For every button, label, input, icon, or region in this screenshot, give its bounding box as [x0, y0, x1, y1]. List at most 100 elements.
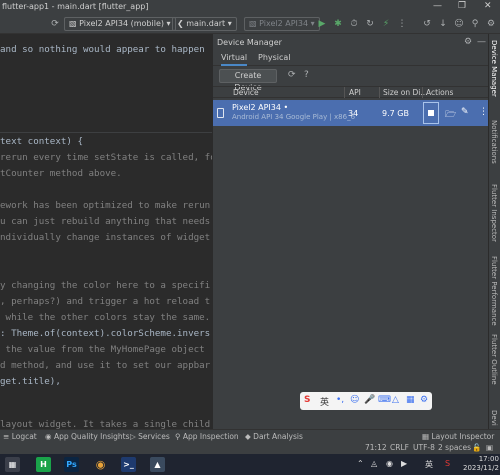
dart-analysis-tool[interactable]: ◆ Dart Analysis — [245, 432, 303, 441]
quality-icon: ◉ — [45, 432, 52, 441]
services-icon: ▷ — [130, 432, 136, 441]
settings-icon[interactable]: ⚙ — [464, 37, 472, 47]
phone-icon: ▧ — [69, 19, 77, 28]
settings-icon[interactable]: ⚙ — [420, 395, 428, 405]
code-line: the value from the MyHomePage object — [0, 344, 205, 355]
shirt-icon[interactable]: △ — [392, 395, 399, 405]
code-line: y changing the color here to a specifi — [0, 280, 211, 291]
device-table-header: Device API Size on Di... Actions — [213, 86, 489, 98]
punctuation-icon[interactable]: •, — [336, 395, 344, 405]
search-icon[interactable]: ⚲ — [468, 17, 482, 31]
microphone-icon[interactable]: 🎤 — [364, 395, 375, 405]
android-studio-icon[interactable]: ▲ — [150, 457, 165, 472]
clock[interactable]: 17:00 2023/11/2 — [463, 455, 499, 473]
code-line: text context) { — [0, 136, 83, 147]
layout-inspector-tool[interactable]: ▦ Layout Inspector — [422, 432, 494, 441]
stripe-flutter-performance[interactable]: Flutter Performance — [490, 256, 498, 326]
logcat-icon: ≡ — [3, 432, 10, 441]
sdk-manager-icon[interactable]: ↓ — [436, 17, 450, 31]
code-line: rerun every time setState is called, fo — [0, 152, 212, 163]
main-toolbar: ⟳ ▧ Pixel2 API34 (mobile) ▾ ❮ main.dart … — [0, 14, 500, 34]
right-tool-stripe: Device Manager Notifications Flutter Ins… — [488, 34, 500, 429]
stop-button[interactable] — [423, 102, 439, 124]
sync-icon[interactable]: ⟳ — [48, 17, 62, 31]
target-device-label: Pixel2 API34 (mobile) — [79, 19, 164, 28]
network-icon[interactable]: ◬ — [371, 459, 377, 468]
lock-icon[interactable]: 🔓 — [472, 443, 481, 452]
device-manager-header: Device Manager ⚙ — — [213, 34, 489, 50]
help-icon[interactable]: ? — [304, 70, 309, 80]
folder-icon[interactable]: 🗁 — [445, 107, 456, 123]
stripe-devices[interactable]: Devi — [490, 410, 498, 426]
task-view-icon[interactable]: ▦ — [5, 457, 20, 472]
stripe-flutter-outline[interactable]: Flutter Outline — [490, 334, 498, 385]
settings-icon[interactable]: ⚙ — [484, 17, 498, 31]
input-language[interactable]: 英 — [425, 459, 433, 470]
minimize-icon[interactable]: — — [433, 1, 442, 11]
layout-icon: ▦ — [422, 432, 430, 441]
column-device[interactable]: Device — [233, 88, 259, 97]
code-line: ework has been optimized to make rerun — [0, 200, 211, 211]
code-line: while the other colors stay the same. — [0, 312, 211, 323]
create-device-button[interactable]: Create Device — [219, 69, 277, 92]
sync-gradle-icon[interactable]: ↺ — [420, 17, 434, 31]
stripe-notifications[interactable]: Notifications — [490, 120, 498, 164]
edit-icon[interactable]: ✎ — [461, 107, 469, 117]
caret-position[interactable]: 71:12 — [365, 443, 387, 452]
indent-setting[interactable]: 2 spaces — [438, 443, 471, 452]
wifi-icon[interactable]: ◉ — [386, 459, 393, 468]
run-icon[interactable]: ▶ — [315, 17, 329, 31]
chevron-down-icon: ▾ — [227, 19, 232, 28]
file-encoding[interactable]: UTF-8 — [413, 443, 435, 452]
column-size[interactable]: Size on Di... — [383, 88, 428, 97]
tab-virtual[interactable]: Virtual — [221, 53, 248, 66]
powershell-icon[interactable]: >_ — [121, 457, 136, 472]
dart-icon: ❮ — [177, 19, 184, 28]
keyboard-icon[interactable]: ⌨ — [378, 395, 391, 405]
profile-icon[interactable]: ⏱ — [347, 17, 361, 31]
services-tool[interactable]: ▷ Services — [130, 432, 170, 441]
column-api[interactable]: API — [349, 88, 361, 97]
stripe-device-manager[interactable]: Device Manager — [490, 40, 498, 97]
tray-up-icon[interactable]: ⌃ — [357, 459, 364, 468]
code-editor[interactable]: and so nothing would appear to happen te… — [0, 34, 212, 429]
avd-label: Pixel2 API34 — [259, 19, 309, 28]
ime-mode[interactable]: 英 — [320, 395, 329, 408]
line-separator[interactable]: CRLF — [390, 443, 409, 452]
app-inspection-tool[interactable]: ⚲ App Inspection — [175, 432, 239, 441]
run-config-selector[interactable]: ❮ main.dart ▾ — [172, 17, 237, 31]
hot-reload-icon[interactable]: ⚡ — [379, 17, 393, 31]
emoji-icon[interactable]: ☺ — [350, 395, 359, 405]
hbuilder-icon[interactable]: H — [36, 457, 51, 472]
bolt-icon: • — [283, 103, 289, 112]
taskbar: ▦ H Ps ◉ >_ ▲ ⌃ ◬ ◉ ▶ 英 S 17:00 2023/11/… — [0, 454, 500, 475]
more-icon[interactable]: ⋮ — [395, 17, 409, 31]
hide-panel-icon[interactable]: — — [477, 37, 486, 47]
toolbox-icon[interactable]: ▦ — [406, 395, 415, 405]
device-subtitle: Android API 34 Google Play | x86_6 — [232, 113, 356, 121]
sogou-tray-icon[interactable]: S — [445, 459, 450, 468]
volume-icon[interactable]: ▶ — [401, 459, 407, 468]
debug-icon[interactable]: ✱ — [331, 17, 345, 31]
close-icon[interactable]: ✕ — [484, 1, 492, 11]
device-size: 9.7 GB — [382, 109, 409, 118]
user-icon[interactable]: ☺ — [452, 17, 466, 31]
chrome-icon[interactable]: ◉ — [93, 457, 108, 472]
target-device-selector[interactable]: ▧ Pixel2 API34 (mobile) ▾ — [64, 17, 176, 31]
app-quality-tool[interactable]: ◉ App Quality Insights — [45, 432, 129, 441]
status-bar: 71:12 CRLF UTF-8 2 spaces 🔓 ▣ — [0, 442, 500, 454]
stripe-flutter-inspector[interactable]: Flutter Inspector — [490, 184, 498, 242]
photoshop-icon[interactable]: Ps — [64, 457, 79, 472]
attach-icon[interactable]: ↻ — [363, 17, 377, 31]
memory-icon[interactable]: ▣ — [486, 443, 493, 452]
tab-physical[interactable]: Physical — [258, 53, 291, 62]
panel-title: Device Manager — [217, 38, 282, 47]
restore-icon[interactable]: ❐ — [458, 1, 466, 11]
window-title: flutter-app1 - main.dart [flutter_app] — [2, 2, 149, 11]
refresh-icon[interactable]: ⟳ — [288, 70, 296, 80]
avd-selector[interactable]: ▧ Pixel2 API34 ▾ — [244, 17, 320, 31]
run-config-label: main.dart — [186, 19, 226, 28]
more-icon[interactable]: ⋮ — [479, 107, 488, 117]
device-row[interactable]: Pixel2 API34 • Android API 34 Google Pla… — [213, 100, 489, 126]
logcat-tool[interactable]: ≡ Logcat — [3, 432, 37, 441]
